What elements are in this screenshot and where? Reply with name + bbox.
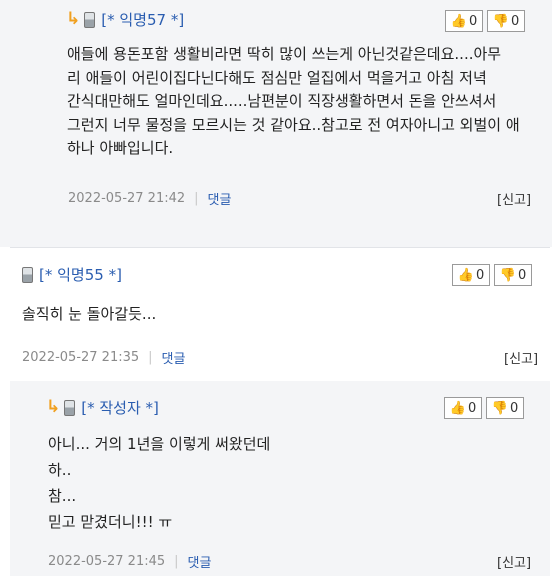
mobile-phone-icon xyxy=(22,266,33,283)
reply-link[interactable]: 댓글 xyxy=(208,189,232,208)
comment-line: 애들에 용돈포함 생활비라면 딱히 많이 쓰는게 아닌것같은데요....아무 xyxy=(67,45,502,63)
comment-author[interactable]: [* 익명55 *] xyxy=(39,264,122,285)
vote-buttons: 👍 0 👎 0 xyxy=(452,264,532,286)
like-count: 0 xyxy=(475,267,485,283)
comment-meta: 2022-05-27 21:42 | 댓글 xyxy=(68,189,231,208)
reply-arrow-icon: ↳ xyxy=(66,9,81,29)
vote-buttons: 👍 0 👎 0 xyxy=(445,10,525,32)
comment-reply-3: ↳ [* 작성자 *] 👍 0 👎 0 아니... 거의 1년을 이렇게 써왔던… xyxy=(10,381,550,576)
dislike-button[interactable]: 👎 0 xyxy=(487,10,525,32)
comment-header: ↳ [* 익명57 *] xyxy=(66,9,184,30)
comment-line: 솔직히 눈 돌아갈듯... xyxy=(22,305,157,323)
vote-buttons: 👍 0 👎 0 xyxy=(444,397,524,419)
comment-line: 리 애들이 어린이집다닌다해도 점심만 얼집에서 먹을거고 아침 저녁 xyxy=(67,68,487,87)
comment-author[interactable]: [* 작성자 *] xyxy=(81,397,159,418)
comment-line: 하.. xyxy=(48,461,72,479)
dislike-button[interactable]: 👎 0 xyxy=(494,264,532,286)
mobile-phone-icon xyxy=(64,399,76,416)
dislike-count: 0 xyxy=(510,13,520,29)
like-count: 0 xyxy=(467,400,477,416)
like-button[interactable]: 👍 0 xyxy=(445,10,483,32)
comment-2: [* 익명55 *] 👍 0 👎 0 솔직히 눈 돌아갈듯... 2022-05… xyxy=(0,248,552,380)
thumbs-up-icon: 👍 xyxy=(450,13,467,29)
like-button[interactable]: 👍 0 xyxy=(452,264,490,286)
meta-divider: | xyxy=(174,554,179,569)
comment-meta: 2022-05-27 21:35 | 댓글 xyxy=(22,348,185,367)
comment-line: 참... xyxy=(48,487,77,505)
mobile-phone-icon xyxy=(84,11,96,28)
report-link[interactable]: [신고] xyxy=(504,348,538,367)
comment-meta: 2022-05-27 21:45 | 댓글 xyxy=(48,552,211,571)
comment-body: 애들에 용돈포함 생활비라면 딱히 많이 쓰는게 아닌것같은데요....아무 리… xyxy=(67,43,537,161)
reply-link[interactable]: 댓글 xyxy=(188,552,212,571)
like-button[interactable]: 👍 0 xyxy=(444,397,482,419)
reply-arrow-icon: ↳ xyxy=(46,397,61,417)
meta-divider: | xyxy=(194,191,199,206)
comment-line: 하나 아빠입니다. xyxy=(67,139,174,157)
like-count: 0 xyxy=(468,13,478,29)
dislike-count: 0 xyxy=(517,267,527,283)
thumbs-down-icon: 👎 xyxy=(492,13,509,29)
meta-divider: | xyxy=(148,350,153,365)
comment-date: 2022-05-27 21:42 xyxy=(68,191,186,206)
thumbs-down-icon: 👎 xyxy=(499,267,516,283)
comment-header: ↳ [* 작성자 *] xyxy=(46,397,159,418)
dislike-count: 0 xyxy=(509,400,519,416)
reply-link[interactable]: 댓글 xyxy=(162,348,186,367)
comment-date: 2022-05-27 21:35 xyxy=(22,350,140,365)
comment-line: 간식대만해도 얼마인데요.....남편분이 직장생활하면서 돈을 안쓰셔서 xyxy=(67,92,497,110)
dislike-button[interactable]: 👎 0 xyxy=(486,397,524,419)
report-link[interactable]: [신고] xyxy=(497,189,531,208)
comment-line: 믿고 맏겼더니!!! ㅠ xyxy=(48,513,173,531)
comment-author[interactable]: [* 익명57 *] xyxy=(101,9,184,30)
thumbs-up-icon: 👍 xyxy=(457,267,474,283)
comment-body: 아니... 거의 1년을 이렇게 써왔던데 하.. 참... 믿고 맏겼더니!!… xyxy=(48,431,518,535)
thumbs-up-icon: 👍 xyxy=(449,400,466,416)
comment-date: 2022-05-27 21:45 xyxy=(48,554,166,569)
comment-line: 그런지 너무 물정을 모르시는 것 같아요..참고로 전 여자아니고 외벌이 애 xyxy=(67,115,520,134)
comment-body: 솔직히 눈 돌아갈듯... xyxy=(22,303,522,327)
report-link[interactable]: [신고] xyxy=(497,552,531,571)
comment-line: 아니... 거의 1년을 이렇게 써왔던데 xyxy=(48,435,271,453)
comment-reply-1: ↳ [* 익명57 *] 👍 0 👎 0 애들에 용돈포함 생활비라면 딱히 많… xyxy=(0,0,552,247)
comment-header: [* 익명55 *] xyxy=(22,264,122,285)
thumbs-down-icon: 👎 xyxy=(491,400,508,416)
